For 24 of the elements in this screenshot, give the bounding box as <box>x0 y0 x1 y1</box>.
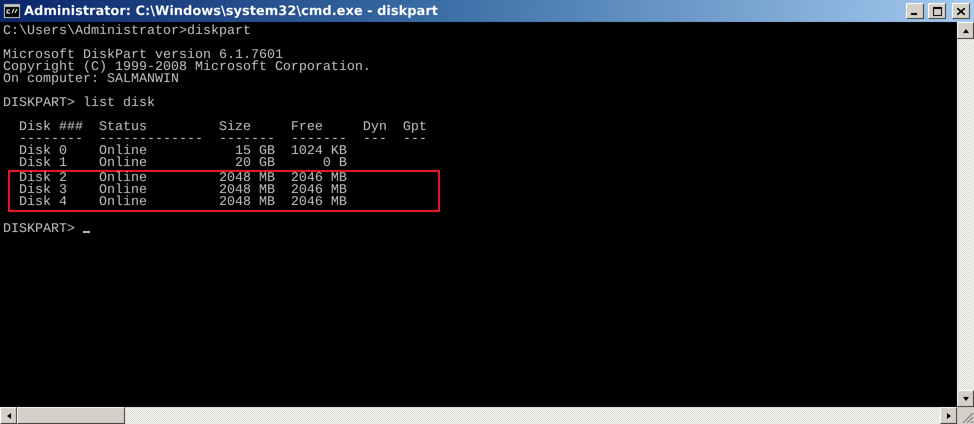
console-line: Disk ### Status Size Free Dyn Gpt <box>18 120 427 135</box>
up-arrow-icon <box>962 26 970 34</box>
close-icon <box>957 8 965 14</box>
down-arrow-icon <box>962 394 970 402</box>
maximize-icon <box>932 6 942 16</box>
right-arrow-icon <box>944 412 952 420</box>
console-line: DISKPART> list disk <box>3 96 155 111</box>
minimize-button[interactable] <box>906 3 924 19</box>
console-line: C:\Users\Administrator>diskpart <box>3 24 251 39</box>
scroll-right-button[interactable] <box>940 407 957 424</box>
console-line: On computer: SALMANWIN <box>3 72 179 87</box>
left-arrow-icon <box>4 412 12 420</box>
horizontal-scrollbar[interactable] <box>0 407 957 424</box>
window-title: Administrator: C:\Windows\system32\cmd.exe - diskpart <box>24 4 439 18</box>
scroll-left-button[interactable] <box>0 407 17 424</box>
scrollbar-thumb[interactable] <box>17 407 125 424</box>
console-app-icon <box>4 4 20 18</box>
prompt-text: DISKPART> <box>3 222 76 237</box>
close-button[interactable] <box>952 3 970 19</box>
scroll-down-button[interactable] <box>957 390 974 407</box>
resize-grip-icon[interactable] <box>962 412 974 424</box>
scroll-up-button[interactable] <box>957 22 974 39</box>
maximize-button[interactable] <box>928 3 946 19</box>
vertical-scrollbar[interactable] <box>957 22 974 407</box>
